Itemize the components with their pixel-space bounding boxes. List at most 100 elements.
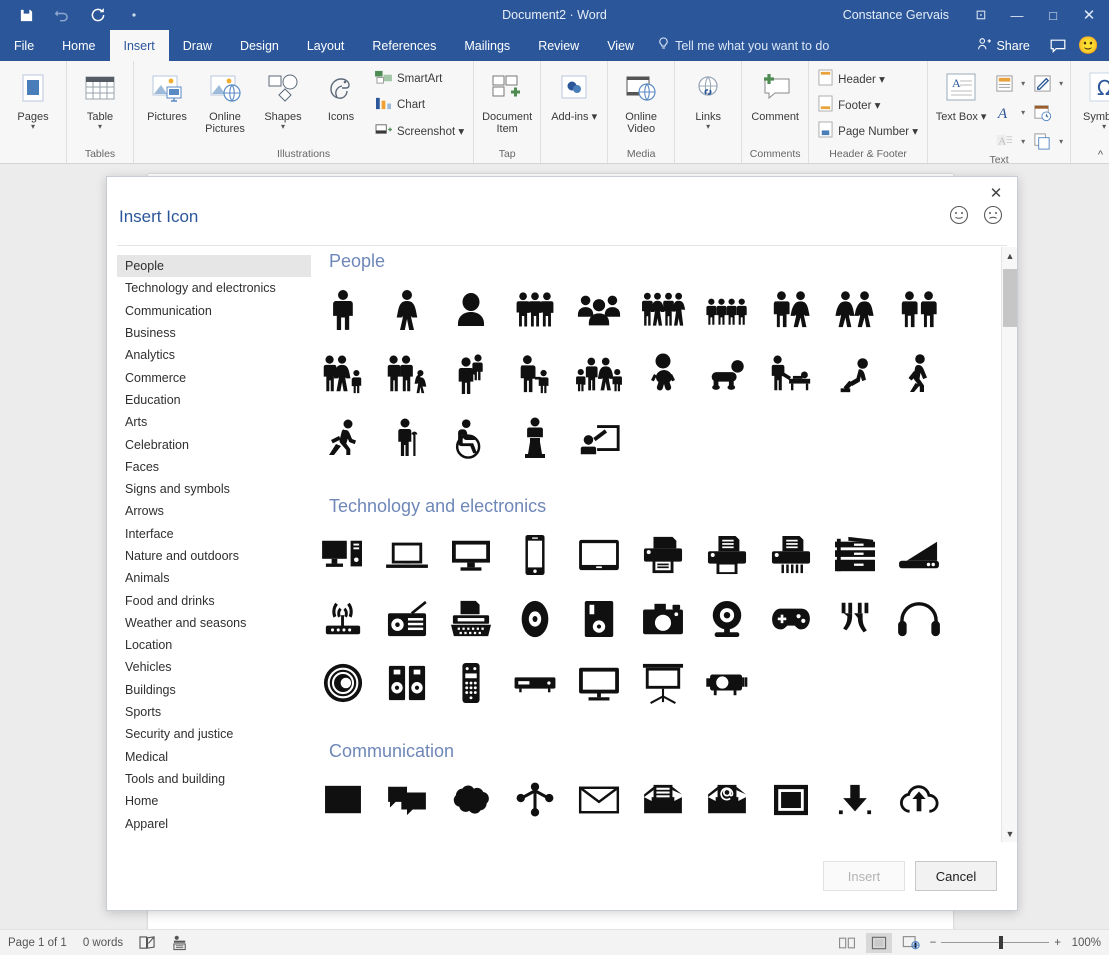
- category-item-sports[interactable]: Sports: [117, 701, 311, 723]
- tell-me-search[interactable]: Tell me what you want to do: [648, 30, 839, 61]
- date-time-icon[interactable]: [1029, 99, 1055, 125]
- icon-projector-screen[interactable]: [631, 651, 695, 715]
- icon-mail-with-at-sign[interactable]: [695, 768, 759, 832]
- icon-desktop-computer[interactable]: [311, 523, 375, 587]
- category-item-medical[interactable]: Medical: [117, 746, 311, 768]
- icon-printer-multifunction[interactable]: [759, 523, 823, 587]
- icon-person-in-wheelchair[interactable]: [439, 406, 503, 470]
- save-icon[interactable]: [8, 2, 44, 28]
- tab-references[interactable]: References: [358, 30, 450, 61]
- category-item-vehicles[interactable]: Vehicles: [117, 656, 311, 678]
- category-item-signs-and-symbols[interactable]: Signs and symbols: [117, 478, 311, 500]
- icon-speakers[interactable]: [375, 651, 439, 715]
- category-item-analytics[interactable]: Analytics: [117, 344, 311, 366]
- icon-wifi-router[interactable]: [311, 587, 375, 651]
- category-item-commerce[interactable]: Commerce: [117, 366, 311, 388]
- links-caret-icon[interactable]: ▾: [706, 123, 710, 131]
- tab-insert[interactable]: Insert: [110, 30, 169, 61]
- symbols-button[interactable]: Ω Symbols ▾: [1076, 66, 1109, 131]
- category-item-education[interactable]: Education: [117, 389, 311, 411]
- tab-home[interactable]: Home: [48, 30, 109, 61]
- text-box-button[interactable]: A Text Box ▾: [933, 66, 989, 123]
- icon-webcam[interactable]: [695, 587, 759, 651]
- header-button[interactable]: Header ▾: [814, 66, 922, 92]
- icon-remote-control[interactable]: [439, 651, 503, 715]
- icon-headphones[interactable]: [887, 587, 951, 651]
- screenshot-button[interactable]: Screenshot ▾: [371, 118, 468, 144]
- feedback-emoji-icon[interactable]: 🙂: [1078, 36, 1103, 56]
- symbols-caret-icon[interactable]: ▾: [1102, 123, 1106, 131]
- category-item-communication[interactable]: Communication: [117, 300, 311, 322]
- category-item-faces[interactable]: Faces: [117, 456, 311, 478]
- object-icon[interactable]: [1029, 128, 1055, 154]
- icon-group-of-three-busts[interactable]: [567, 278, 631, 342]
- category-item-animals[interactable]: Animals: [117, 567, 311, 589]
- icon-mp3-player[interactable]: [567, 587, 631, 651]
- icon-man-and-woman-pair[interactable]: [759, 278, 823, 342]
- icon-adult-changing-baby[interactable]: [759, 342, 823, 406]
- print-layout-icon[interactable]: [866, 933, 892, 953]
- accessibility-checker-icon[interactable]: [172, 935, 189, 951]
- user-account-name[interactable]: Constance Gervais: [843, 8, 949, 22]
- icon-screen-blank[interactable]: [311, 768, 375, 832]
- icon-share-node[interactable]: [503, 768, 567, 832]
- icon-two-men-pair[interactable]: [887, 278, 951, 342]
- zoom-level[interactable]: 100%: [1067, 937, 1101, 949]
- icon-printer-with-page[interactable]: [695, 523, 759, 587]
- category-list[interactable]: People Technology and electronics Commun…: [107, 247, 311, 842]
- shapes-caret-icon[interactable]: ▾: [281, 123, 285, 131]
- add-ins-button[interactable]: Add-ins ▾: [546, 66, 602, 123]
- scroll-up-icon[interactable]: ▲: [1002, 247, 1018, 264]
- category-item-technology-and-electronics[interactable]: Technology and electronics: [117, 277, 311, 299]
- icon-person-man[interactable]: [311, 278, 375, 342]
- comments-icon[interactable]: [1042, 39, 1074, 53]
- links-button[interactable]: Links ▾: [680, 66, 736, 131]
- icon-laptop[interactable]: [375, 523, 439, 587]
- tab-review[interactable]: Review: [524, 30, 593, 61]
- icon-three-men-standing[interactable]: [503, 278, 567, 342]
- collapse-ribbon-icon[interactable]: ^: [1098, 149, 1103, 161]
- zoom-track[interactable]: [941, 942, 1049, 943]
- icon-family-with-child[interactable]: [375, 342, 439, 406]
- icon-monitor[interactable]: [439, 523, 503, 587]
- scrollbar-thumb[interactable]: [1003, 269, 1017, 327]
- icon-person-running[interactable]: [311, 406, 375, 470]
- icon-video-projector[interactable]: [695, 651, 759, 715]
- page-number-button[interactable]: Page Number ▾: [814, 118, 922, 144]
- pages-caret-icon[interactable]: ▾: [31, 123, 35, 131]
- category-item-nature-and-outdoors[interactable]: Nature and outdoors: [117, 545, 311, 567]
- category-item-business[interactable]: Business: [117, 322, 311, 344]
- icon-parents-with-child[interactable]: [311, 342, 375, 406]
- category-item-arrows[interactable]: Arrows: [117, 500, 311, 522]
- icon-person-presenting-board[interactable]: [567, 406, 631, 470]
- category-item-arts[interactable]: Arts: [117, 411, 311, 433]
- icon-mail-with-document[interactable]: [631, 768, 695, 832]
- icon-scanner[interactable]: [887, 523, 951, 587]
- category-item-home[interactable]: Home: [117, 790, 311, 812]
- signature-line-caret-icon[interactable]: ▾: [1057, 79, 1065, 88]
- share-button[interactable]: Share: [969, 37, 1037, 54]
- scroll-down-icon[interactable]: ▼: [1002, 825, 1018, 842]
- icon-postage-stamp[interactable]: [759, 768, 823, 832]
- category-item-location[interactable]: Location: [117, 634, 311, 656]
- category-item-tools-and-building[interactable]: Tools and building: [117, 768, 311, 790]
- shapes-button[interactable]: Shapes ▾: [255, 66, 311, 131]
- feedback-frown-icon[interactable]: [983, 205, 1003, 225]
- maximize-icon[interactable]: □: [1035, 0, 1071, 30]
- tab-draw[interactable]: Draw: [169, 30, 226, 61]
- minimize-icon[interactable]: —: [999, 0, 1035, 30]
- icon-person-walking[interactable]: [887, 342, 951, 406]
- feedback-smile-icon[interactable]: [949, 205, 969, 225]
- icon-vinyl-record[interactable]: [311, 651, 375, 715]
- close-icon[interactable]: ✕: [1071, 0, 1107, 30]
- online-pictures-button[interactable]: Online Pictures: [197, 66, 253, 135]
- icon-person-kneeling[interactable]: [823, 342, 887, 406]
- icon-printer[interactable]: [631, 523, 695, 587]
- icon-baby-sitting[interactable]: [631, 342, 695, 406]
- object-caret-icon[interactable]: ▾: [1057, 137, 1065, 146]
- icon-camera[interactable]: [631, 587, 695, 651]
- icon-person-at-podium[interactable]: [503, 406, 567, 470]
- insert-button[interactable]: Insert: [823, 861, 905, 891]
- online-video-button[interactable]: Online Video: [613, 66, 669, 135]
- category-item-interface[interactable]: Interface: [117, 523, 311, 545]
